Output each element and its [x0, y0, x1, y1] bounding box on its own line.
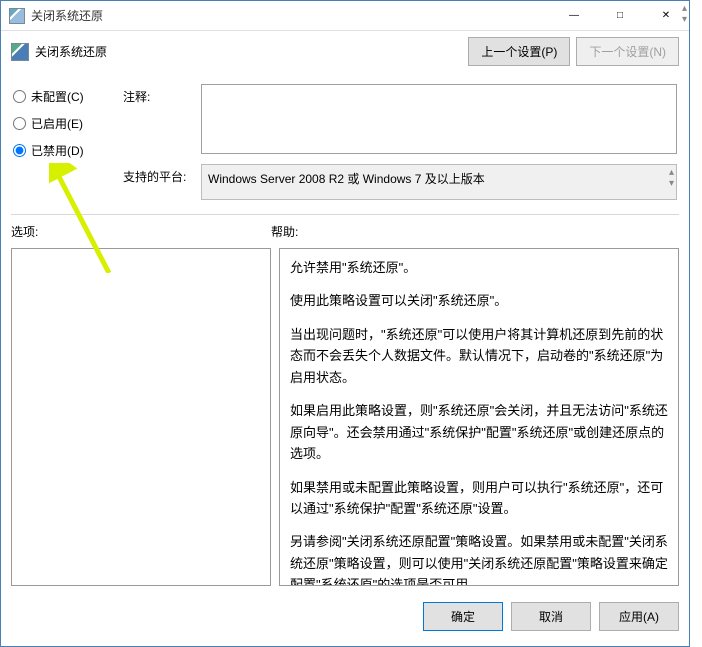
radio-not-configured-input[interactable] — [13, 90, 26, 103]
window-title: 关闭系统还原 — [31, 7, 551, 24]
state-radio-group: 未配置(C) 已启用(E) 已禁用(D) — [13, 84, 113, 200]
panels: 允许禁用"系统还原"。 使用此策略设置可以关闭"系统还原"。 当出现问题时，"系… — [1, 242, 689, 594]
platform-scroll-icon: ▴▾ — [669, 167, 674, 189]
radio-disabled-input[interactable] — [13, 144, 26, 157]
help-paragraph: 如果启用此策略设置，则"系统还原"会关闭，并且无法访问"系统还原向导"。还会禁用… — [290, 400, 668, 464]
options-header: 选项: — [11, 223, 271, 240]
radio-not-configured[interactable]: 未配置(C) — [13, 88, 113, 105]
titlebar: 关闭系统还原 — □ ✕ — [1, 1, 689, 31]
config-area: 未配置(C) 已启用(E) 已禁用(D) 注释: ▴▾ 支持的平台: Windo… — [1, 74, 689, 206]
subheader: 关闭系统还原 上一个设置(P) 下一个设置(N) — [1, 31, 689, 74]
app-icon — [9, 8, 25, 24]
minimize-button[interactable]: — — [551, 1, 597, 30]
help-paragraph: 另请参阅"关闭系统还原配置"策略设置。如果禁用或未配置"关闭系统还原"策略设置，… — [290, 531, 668, 586]
help-paragraph: 当出现问题时，"系统还原"可以使用户将其计算机还原到先前的状态而不会丢失个人数据… — [290, 324, 668, 388]
window-controls: — □ ✕ — [551, 1, 689, 30]
comment-input[interactable] — [201, 84, 677, 154]
comment-scroll-icon: ▴▾ — [682, 3, 687, 25]
divider — [11, 214, 679, 215]
radio-not-configured-label: 未配置(C) — [31, 88, 84, 105]
prev-setting-button[interactable]: 上一个设置(P) — [468, 37, 570, 66]
fields: 注释: ▴▾ 支持的平台: Windows Server 2008 R2 或 W… — [123, 84, 677, 200]
next-setting-button[interactable]: 下一个设置(N) — [576, 37, 679, 66]
radio-enabled-input[interactable] — [13, 117, 26, 130]
policy-icon — [11, 43, 29, 61]
policy-editor-window: 关闭系统还原 — □ ✕ 关闭系统还原 上一个设置(P) 下一个设置(N) 未配… — [0, 0, 690, 647]
cancel-button[interactable]: 取消 — [511, 602, 591, 631]
radio-disabled[interactable]: 已禁用(D) — [13, 142, 113, 159]
platform-text: Windows Server 2008 R2 或 Windows 7 及以上版本 — [208, 172, 485, 186]
footer-buttons: 确定 取消 应用(A) — [1, 594, 689, 641]
platform-label: 支持的平台: — [123, 164, 193, 200]
help-paragraph: 如果禁用或未配置此策略设置，则用户可以执行"系统还原"，还可以通过"系统保护"配… — [290, 477, 668, 520]
radio-enabled[interactable]: 已启用(E) — [13, 115, 113, 132]
platform-box: Windows Server 2008 R2 或 Windows 7 及以上版本… — [201, 164, 677, 200]
apply-button[interactable]: 应用(A) — [599, 602, 679, 631]
help-paragraph: 允许禁用"系统还原"。 — [290, 257, 668, 278]
nav-buttons: 上一个设置(P) 下一个设置(N) — [468, 37, 679, 66]
comment-label: 注释: — [123, 84, 193, 154]
help-header: 帮助: — [271, 223, 298, 240]
panels-header: 选项: 帮助: — [1, 219, 689, 242]
maximize-button[interactable]: □ — [597, 1, 643, 30]
options-panel — [11, 248, 271, 586]
radio-disabled-label: 已禁用(D) — [31, 142, 84, 159]
comment-row: 注释: ▴▾ — [123, 84, 677, 154]
ok-button[interactable]: 确定 — [423, 602, 503, 631]
policy-title: 关闭系统还原 — [35, 43, 462, 60]
platform-row: 支持的平台: Windows Server 2008 R2 或 Windows … — [123, 164, 677, 200]
radio-enabled-label: 已启用(E) — [31, 115, 83, 132]
help-paragraph: 使用此策略设置可以关闭"系统还原"。 — [290, 290, 668, 311]
help-panel[interactable]: 允许禁用"系统还原"。 使用此策略设置可以关闭"系统还原"。 当出现问题时，"系… — [279, 248, 679, 586]
